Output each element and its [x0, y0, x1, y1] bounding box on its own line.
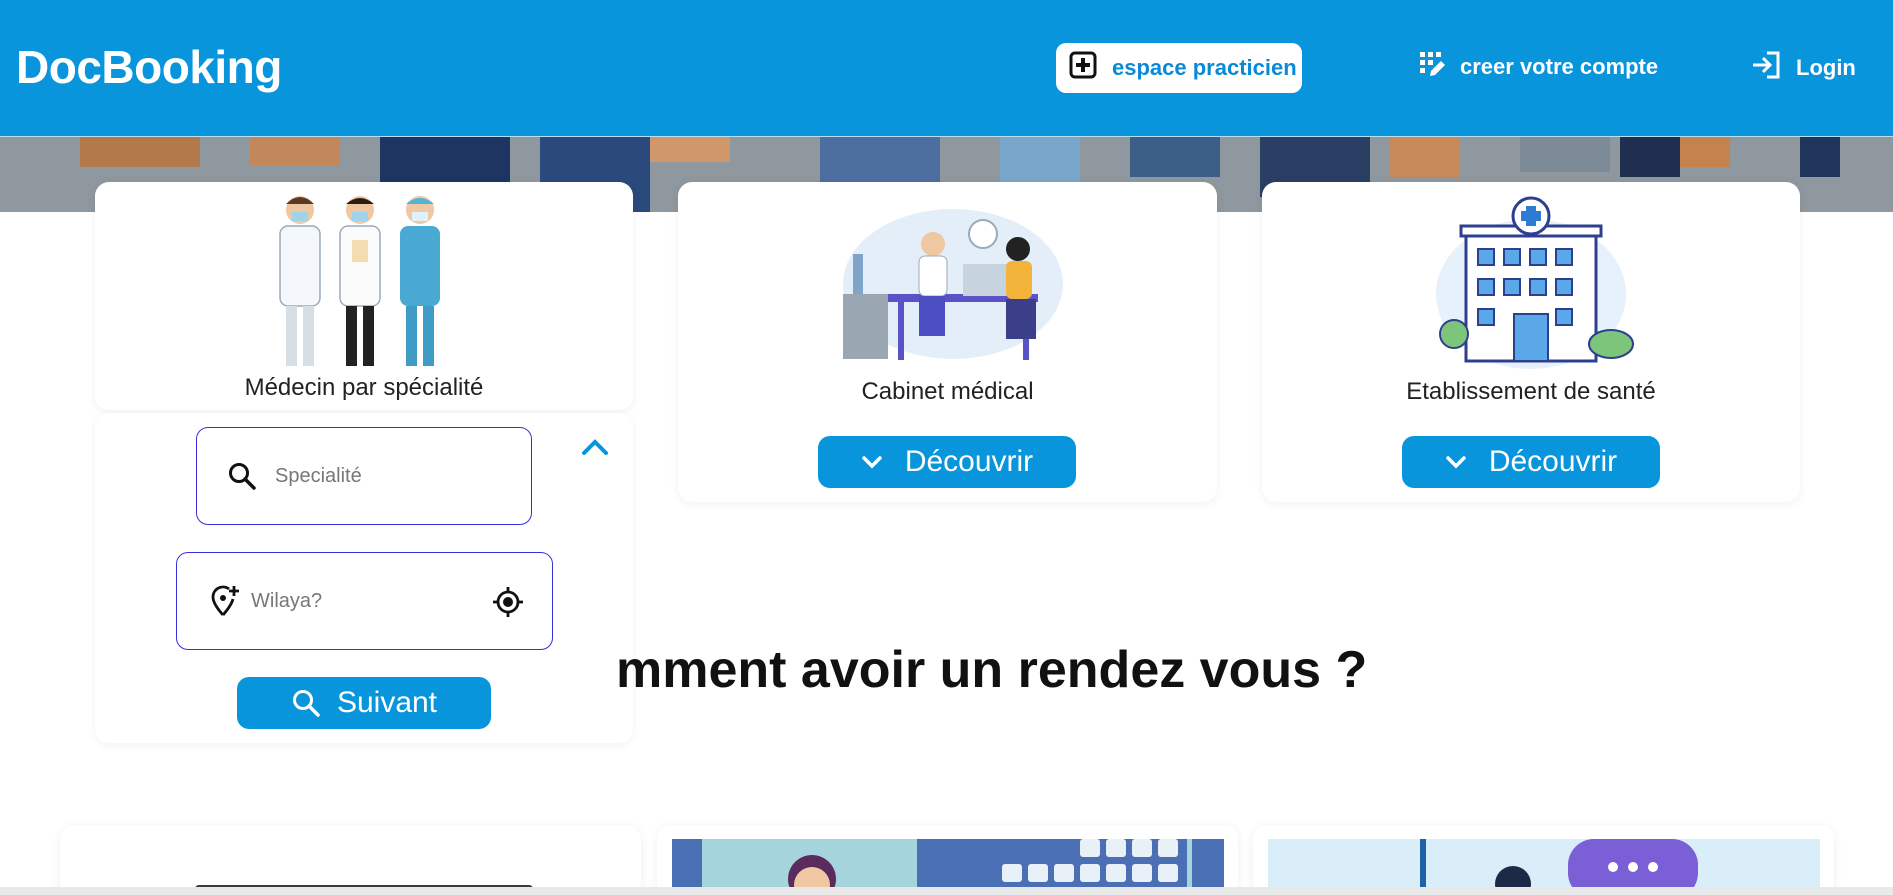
chevron-down-icon: [1445, 454, 1467, 470]
health-facility-discover-button[interactable]: Découvrir: [1402, 436, 1660, 488]
specialty-search-panel: Suivant: [95, 413, 633, 743]
discover-button-label: Découvrir: [904, 445, 1034, 478]
medical-office-discover-button[interactable]: Découvrir: [818, 436, 1076, 488]
create-account-icon: [1418, 50, 1446, 84]
doctors-illustration: [270, 190, 460, 372]
login-label: Login: [1796, 55, 1856, 80]
medical-office-card-title: Cabinet médical: [861, 378, 1034, 405]
top-navbar: DocBooking espace practicien creer votre…: [0, 0, 1893, 137]
chevron-up-icon[interactable]: [580, 435, 610, 464]
health-facility-card-title: Etablissement de santé: [1406, 378, 1656, 405]
search-icon: [291, 688, 321, 718]
next-button[interactable]: Suivant: [237, 677, 491, 729]
plus-square-icon: [1068, 50, 1098, 86]
create-account-label: creer votre compte: [1460, 54, 1659, 79]
my-location-icon[interactable]: [492, 586, 524, 618]
step-card-3: [1253, 825, 1834, 895]
specialty-search-field[interactable]: [196, 427, 532, 525]
health-facility-card[interactable]: Etablissement de santé Découvrir: [1262, 182, 1800, 502]
next-button-label: Suivant: [336, 686, 438, 719]
login-link[interactable]: Login: [1750, 50, 1856, 86]
practitioner-space-button[interactable]: espace practicien: [1056, 43, 1302, 93]
step-card-2: [657, 825, 1238, 895]
bottom-scroll-edge: [0, 887, 1893, 895]
login-icon: [1750, 50, 1782, 86]
specialty-input[interactable]: [273, 463, 477, 489]
create-account-link[interactable]: creer votre compte: [1418, 50, 1658, 84]
wilaya-input[interactable]: [249, 588, 453, 614]
hospital-illustration: [1426, 194, 1636, 369]
specialty-doctor-card[interactable]: Médecin par spécialité: [95, 182, 633, 410]
discover-button-label: Découvrir: [1488, 445, 1618, 478]
section-heading: mment avoir un rendez vous ?: [616, 641, 1368, 699]
search-icon: [227, 461, 257, 491]
chevron-down-icon: [861, 454, 883, 470]
medical-office-illustration: [823, 204, 1073, 364]
wilaya-search-field[interactable]: [176, 552, 553, 650]
specialty-card-title: Médecin par spécialité: [244, 374, 484, 401]
medical-office-card[interactable]: Cabinet médical Découvrir: [678, 182, 1217, 502]
step-card-1: [60, 825, 641, 895]
practitioner-space-label: espace practicien: [1112, 55, 1297, 80]
brand-logo[interactable]: DocBooking: [16, 40, 282, 94]
add-location-icon: [209, 584, 241, 618]
